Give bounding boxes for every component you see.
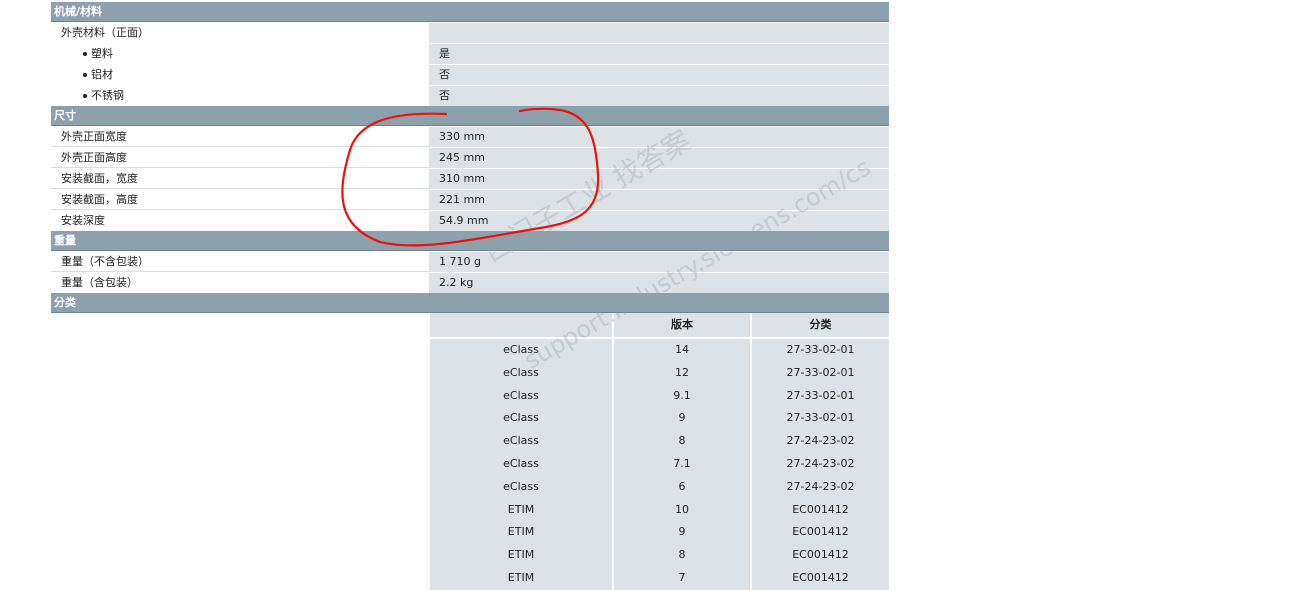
version-cell: 12 xyxy=(614,361,752,385)
spec-value: 310 mm xyxy=(429,169,889,189)
spec-row-housing-material: 外壳材料（正面） xyxy=(51,23,889,43)
version-cell: 7 xyxy=(614,566,752,590)
spec-row: 外壳正面高度 245 mm xyxy=(51,148,889,168)
spec-value xyxy=(429,23,889,43)
table-row: eClass 8 27-24-23-02 xyxy=(430,430,889,453)
table-row: eClass 9.1 27-33-02-01 xyxy=(430,384,889,408)
section-header-classification: 分类 xyxy=(51,293,889,313)
spec-value: 54.9 mm xyxy=(429,211,889,231)
version-cell: 10 xyxy=(614,498,752,522)
table-row: ETIM 10 EC001412 xyxy=(430,498,889,522)
system-cell: eClass xyxy=(430,475,614,499)
column-header xyxy=(430,313,614,337)
spec-label: 铝材 xyxy=(51,65,429,85)
table-row: ETIM 8 EC001412 xyxy=(430,544,889,567)
class-cell: EC001412 xyxy=(792,525,849,539)
class-cell: 27-33-02-01 xyxy=(786,388,855,402)
column-header-version: 版本 xyxy=(614,313,752,337)
spec-label: 重量（不含包装） xyxy=(51,252,429,272)
system-cell: eClass xyxy=(430,384,614,408)
spec-label: 外壳材料（正面） xyxy=(51,23,429,43)
spec-label: 外壳正面高度 xyxy=(51,148,429,168)
spec-value: 1 710 g xyxy=(429,252,889,272)
spec-row: 重量（不含包装） 1 710 g xyxy=(51,252,889,272)
table-row: ETIM 9 EC001412 xyxy=(430,521,889,545)
system-cell: ETIM xyxy=(430,544,614,567)
system-cell: eClass xyxy=(430,361,614,385)
spec-label: 安装截面，宽度 xyxy=(51,169,429,189)
class-cell: 27-33-02-01 xyxy=(786,343,855,356)
class-cell: 27-33-02-01 xyxy=(786,411,855,425)
system-cell: eClass xyxy=(430,452,614,476)
section-header-material: 机械/材料 xyxy=(51,2,889,22)
spec-value: 330 mm xyxy=(429,127,889,147)
table-row: eClass 7.1 27-24-23-02 xyxy=(430,452,889,476)
spec-row-plastic: 塑料 是 xyxy=(51,44,889,64)
table-row: eClass 12 27-33-02-01 xyxy=(430,361,889,385)
table-header-row: 版本 分类 xyxy=(430,313,889,339)
bullet-icon xyxy=(83,94,87,98)
version-cell: 9 xyxy=(614,407,752,431)
class-cell: EC001412 xyxy=(792,548,849,562)
bullet-icon xyxy=(83,73,87,77)
spec-row: 外壳正面宽度 330 mm xyxy=(51,127,889,147)
spec-label: 重量（含包装） xyxy=(51,273,429,293)
spec-label: 外壳正面宽度 xyxy=(51,127,429,147)
version-cell: 8 xyxy=(614,544,752,567)
class-cell: 27-24-23-02 xyxy=(786,434,855,448)
system-cell: eClass xyxy=(430,339,614,362)
classification-table: 版本 分类 eClass 14 27-33-02-01 eClass 12 27-33-0… xyxy=(430,313,889,590)
spec-value: 是 xyxy=(429,44,889,64)
section-header-weight: 重量 xyxy=(51,231,889,251)
spec-label: 塑料 xyxy=(51,44,429,64)
class-cell: 27-33-02-01 xyxy=(786,365,855,379)
spec-label: 安装截面，高度 xyxy=(51,190,429,210)
system-cell: ETIM xyxy=(430,566,614,590)
spec-value: 2.2 kg xyxy=(429,273,889,293)
spec-row: 安装深度 54.9 mm xyxy=(51,211,889,231)
bullet-icon xyxy=(83,52,87,56)
spec-row: 安装截面，宽度 310 mm xyxy=(51,169,889,189)
spec-row: 重量（含包装） 2.2 kg xyxy=(51,273,889,293)
spec-row: 安装截面，高度 221 mm xyxy=(51,190,889,210)
system-cell: eClass xyxy=(430,407,614,431)
table-row: eClass 6 27-24-23-02 xyxy=(430,475,889,499)
version-cell: 9.1 xyxy=(614,384,752,408)
spec-row-stainless-steel: 不锈钢 否 xyxy=(51,86,889,106)
spec-label: 不锈钢 xyxy=(51,86,429,106)
class-cell: EC001412 xyxy=(792,570,849,584)
spec-value: 否 xyxy=(429,86,889,106)
spec-row-aluminum: 铝材 否 xyxy=(51,65,889,85)
spec-value: 245 mm xyxy=(429,148,889,168)
version-cell: 7.1 xyxy=(614,452,752,476)
table-row: ETIM 7 EC001412 xyxy=(430,566,889,590)
system-cell: ETIM xyxy=(430,498,614,522)
system-cell: ETIM xyxy=(430,521,614,545)
spec-value: 221 mm xyxy=(429,190,889,210)
table-row: eClass 14 27-33-02-01 xyxy=(430,339,889,362)
system-cell: eClass xyxy=(430,430,614,453)
class-cell: 27-24-23-02 xyxy=(786,456,855,470)
class-cell: 27-24-23-02 xyxy=(786,479,855,493)
version-cell: 6 xyxy=(614,475,752,499)
spec-value: 否 xyxy=(429,65,889,85)
class-cell: EC001412 xyxy=(792,502,849,516)
version-cell: 14 xyxy=(614,339,752,362)
section-header-dimensions: 尺寸 xyxy=(51,106,889,126)
version-cell: 9 xyxy=(614,521,752,545)
column-header-class: 分类 xyxy=(809,318,832,331)
spec-label: 安装深度 xyxy=(51,211,429,231)
spec-sheet: 机械/材料 外壳材料（正面） 塑料 是 铝材 否 不锈钢 否 尺寸 外壳正面宽度… xyxy=(51,2,889,590)
table-row: eClass 9 27-33-02-01 xyxy=(430,407,889,431)
version-cell: 8 xyxy=(614,430,752,453)
